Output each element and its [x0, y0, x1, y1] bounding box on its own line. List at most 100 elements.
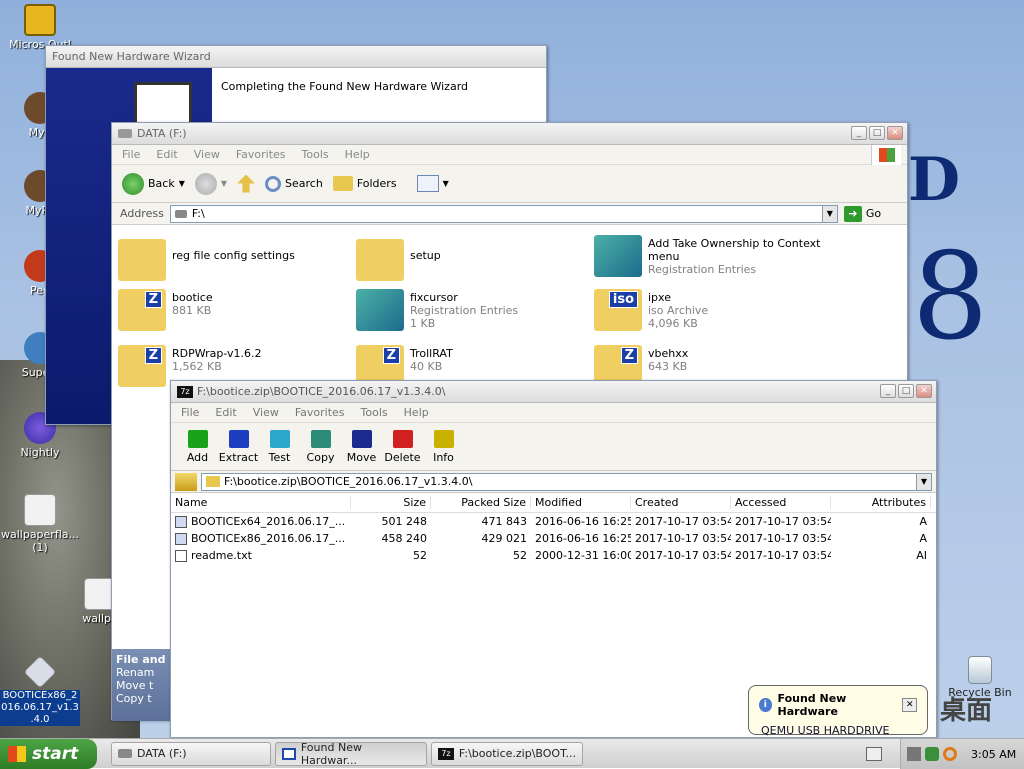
menu-view[interactable]: View [194, 148, 220, 161]
drive-icon [118, 749, 132, 758]
file-item[interactable]: Zbootice 881 KB [118, 289, 348, 339]
explorer-titlebar[interactable]: DATA (F:) _ □ ✕ [112, 123, 907, 145]
column-header[interactable]: Packed Size [431, 496, 531, 509]
start-button[interactable]: start [0, 738, 97, 769]
text-file-icon [175, 549, 187, 562]
up-folder-button[interactable] [237, 174, 256, 193]
sevenzip-path-input[interactable]: F:\bootice.zip\BOOTICE_2016.06.17_v1.3.4… [201, 472, 932, 491]
table-row[interactable]: readme.txt 52 52 2000-12-31 16:00 2017-10-17… [171, 547, 936, 564]
menu-tools[interactable]: Tools [302, 148, 329, 161]
file-name: bootice [172, 291, 213, 304]
minimize-button[interactable]: _ [880, 384, 896, 398]
delete-button[interactable]: Delete [382, 429, 423, 464]
extract-icon [228, 429, 249, 448]
cell-size: 501 248 [381, 515, 428, 528]
sevenzip-titlebar[interactable]: 7z F:\bootice.zip\BOOTICE_2016.06.17_v1.… [171, 381, 936, 403]
wizard-heading: Completing the Found New Hardware Wizard [221, 80, 469, 93]
keyboard-icon[interactable] [866, 747, 882, 761]
menu-favorites[interactable]: Favorites [236, 148, 286, 161]
go-button[interactable]: ➜ Go [843, 205, 881, 222]
move-button[interactable]: Move [341, 429, 382, 464]
notification-balloon[interactable]: i Found New Hardware ✕ QEMU USB HARDDRIV… [748, 685, 928, 737]
desktop-icon-wallpaper[interactable]: wallpaperfla... (1) [0, 494, 80, 554]
task-rename[interactable]: Renam [116, 666, 168, 679]
forward-button[interactable]: ▼ [194, 172, 227, 195]
balloon-body: QEMU USB HARDDRIVE [761, 724, 890, 737]
views-button[interactable]: ▼ [416, 175, 449, 192]
up-level-icon[interactable] [175, 472, 197, 491]
close-button[interactable]: ✕ [916, 384, 932, 398]
table-row[interactable]: BOOTICEx86_2016.06.17_... 458 240 429 021 2… [171, 530, 936, 547]
hardware-tray-icon[interactable] [907, 747, 921, 761]
desktop-icon-recycle-bin[interactable]: Recycle Bin [940, 656, 1020, 699]
maximize-button[interactable]: □ [869, 126, 885, 140]
menu-help[interactable]: Help [404, 406, 429, 419]
file-name: reg file config settings [172, 249, 295, 262]
cell-packed: 429 021 [481, 532, 528, 545]
menu-edit[interactable]: Edit [156, 148, 177, 161]
exe-icon [175, 515, 187, 528]
wallpaper-char-d: D [908, 145, 961, 215]
back-button[interactable]: Back ▼ [122, 172, 185, 195]
column-header[interactable]: Size [351, 496, 431, 509]
menu-tools[interactable]: Tools [361, 406, 388, 419]
sevenzip-path-value: F:\bootice.zip\BOOTICE_2016.06.17_v1.3.4… [224, 475, 473, 488]
address-dropdown[interactable]: ▼ [821, 205, 837, 222]
search-icon [265, 175, 282, 192]
column-header[interactable]: Created [631, 496, 731, 509]
task-explorer[interactable]: DATA (F:) [111, 741, 271, 766]
menu-edit[interactable]: Edit [215, 406, 236, 419]
menu-help[interactable]: Help [345, 148, 370, 161]
file-item[interactable]: reg file config settings [118, 235, 348, 285]
table-row[interactable]: BOOTICEx64_2016.06.17_... 501 248 471 843 2… [171, 513, 936, 530]
file-item[interactable]: iso ipxe iso Archive 4,096 KB [594, 289, 824, 339]
cell-name: readme.txt [171, 549, 351, 562]
menu-file[interactable]: File [181, 406, 199, 419]
copy-button[interactable]: Copy [300, 429, 341, 464]
drive-icon [174, 209, 187, 218]
task-wizard[interactable]: Found New Hardwar... [275, 741, 427, 767]
address-input[interactable]: F:\ ▼ [169, 204, 838, 223]
info-button[interactable]: Info [423, 429, 464, 464]
clock[interactable]: 3:05 AM [971, 748, 1016, 761]
file-tasks-pane: File and Renam Move t Copy t [112, 649, 172, 721]
search-tray-icon[interactable] [943, 747, 957, 761]
column-header[interactable]: Modified [531, 496, 631, 509]
task-copy[interactable]: Copy t [116, 692, 168, 705]
image-file-icon [24, 494, 56, 526]
column-header[interactable]: Attributes [831, 496, 931, 509]
file-item[interactable]: setup [356, 235, 586, 285]
test-button[interactable]: Test [259, 429, 300, 464]
folders-icon [332, 176, 353, 191]
wizard-titlebar[interactable]: Found New Hardware Wizard [46, 46, 546, 68]
shield-icon[interactable] [925, 747, 939, 761]
minimize-button[interactable]: _ [851, 126, 867, 140]
menu-favorites[interactable]: Favorites [295, 406, 345, 419]
menu-view[interactable]: View [253, 406, 279, 419]
path-dropdown[interactable]: ▼ [916, 473, 931, 490]
add-button[interactable]: Add [177, 429, 218, 464]
file-item[interactable]: fixcursor Registration Entries 1 KB [356, 289, 586, 339]
explorer-menubar: File Edit View Favorites Tools Help [112, 145, 907, 165]
wizard-title: Found New Hardware Wizard [52, 50, 211, 63]
desktop-icon-outlook[interactable]: Micros Outl [0, 4, 80, 51]
task-sevenzip[interactable]: 7z F:\bootice.zip\BOOT... [431, 741, 583, 766]
maximize-button[interactable]: □ [898, 384, 914, 398]
tool-label: Extract [218, 450, 259, 464]
column-header[interactable]: Accessed [731, 496, 831, 509]
windows-logo-icon [871, 145, 901, 165]
views-icon [416, 175, 439, 192]
task-move[interactable]: Move t [116, 679, 168, 692]
column-header[interactable]: Name [171, 496, 351, 509]
close-button[interactable]: ✕ [887, 126, 903, 140]
menu-file[interactable]: File [122, 148, 140, 161]
cell-name: BOOTICEx64_2016.06.17_... [171, 515, 351, 528]
extract-button[interactable]: Extract [218, 429, 259, 464]
iso-archive-icon: iso [594, 289, 642, 331]
search-button[interactable]: Search [265, 175, 323, 192]
desktop-icon-bootice[interactable]: BOOTICEx86_2 016.06.17_v1.3 .4.0 [0, 655, 80, 726]
folders-button[interactable]: Folders [332, 176, 397, 191]
file-item[interactable]: Add Take Ownership to Context menu Regist… [594, 235, 824, 285]
balloon-close-button[interactable]: ✕ [902, 698, 917, 712]
file-size: 881 KB [172, 304, 212, 317]
